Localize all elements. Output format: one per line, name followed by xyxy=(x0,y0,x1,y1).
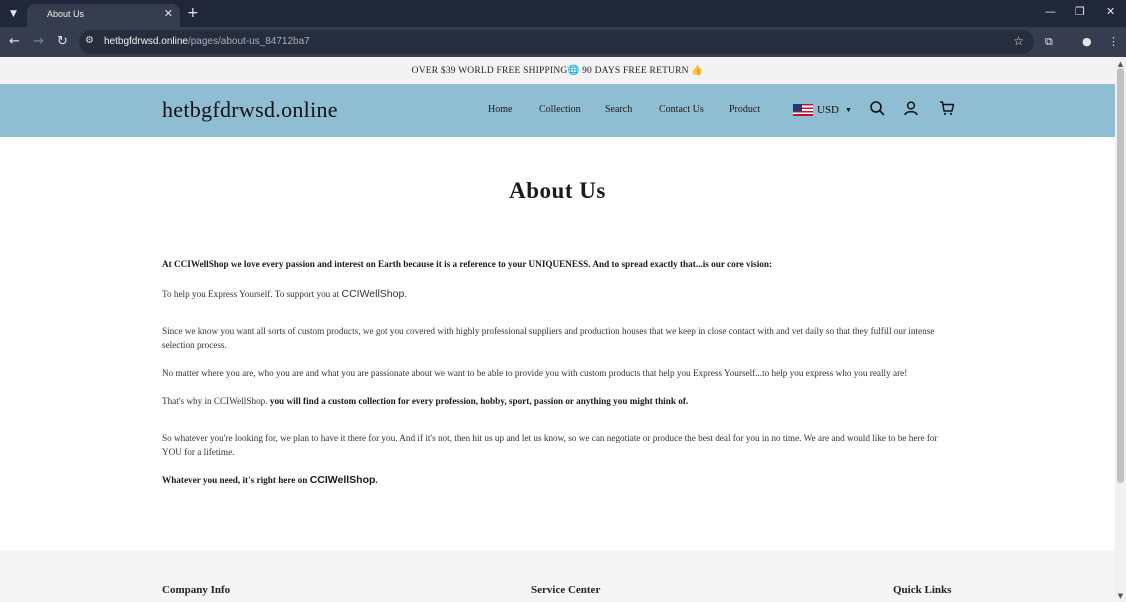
browser-tab-bar: ▼ About Us ✕ + — ❐ ✕ xyxy=(0,0,1126,27)
page-viewport: OVER $39 WORLD FREE SHIPPING🌐 90 DAYS FR… xyxy=(0,57,1115,602)
close-window-icon[interactable]: ✕ xyxy=(1106,5,1115,19)
profile-icon[interactable]: ● xyxy=(1082,34,1092,49)
nav-product[interactable]: Product xyxy=(729,104,760,115)
collection-bold: you will find a custom collection for ev… xyxy=(269,396,689,406)
nav-search[interactable]: Search xyxy=(605,104,632,115)
lifetime-paragraph: So whatever you're looking for, we plan … xyxy=(162,433,938,457)
url-path: /pages/about-us_84712ba7 xyxy=(187,36,310,47)
site-header: hetbgfdrwsd.online Home Collection Searc… xyxy=(0,84,1115,137)
currency-selector[interactable]: USD ▼ xyxy=(793,102,852,117)
install-app-icon[interactable]: ⧉ xyxy=(1045,34,1053,49)
forward-icon[interactable]: → xyxy=(33,34,44,49)
scroll-up-icon[interactable]: ▲ xyxy=(1117,60,1124,68)
closing-brand: CCIWellShop xyxy=(309,474,376,486)
reload-icon[interactable]: ↻ xyxy=(57,34,68,49)
browser-toolbar: ← → ↻ ⚙ hetbgfdrwsd.online/pages/about-u… xyxy=(0,27,1126,57)
intro-paragraph: At CCIWellShop we love every passion and… xyxy=(162,259,773,269)
collection-paragraph: That's why in CCIWellShop. you will find… xyxy=(162,394,954,408)
currency-code: USD xyxy=(817,103,840,116)
suppliers-paragraph: Since we know you want all sorts of cust… xyxy=(162,326,935,350)
account-icon[interactable] xyxy=(903,100,919,116)
mission-paragraph: To help you Express Yourself. To support… xyxy=(162,287,954,301)
announcement-bar: OVER $39 WORLD FREE SHIPPING🌐 90 DAYS FR… xyxy=(0,57,1115,84)
closing-end: . xyxy=(375,475,378,485)
tab-title: About Us xyxy=(47,9,85,19)
scrollbar-thumb[interactable] xyxy=(1117,68,1124,483)
scroll-down-icon[interactable]: ▼ xyxy=(1117,592,1124,600)
mission-text: To help you Express Yourself. To support… xyxy=(162,289,342,299)
chevron-down-icon: ▼ xyxy=(845,105,852,114)
back-icon[interactable]: ← xyxy=(9,34,20,49)
browser-menu-icon[interactable]: ⋮ xyxy=(1108,34,1119,49)
new-tab-icon[interactable]: + xyxy=(187,6,199,20)
footer-service-center: Service Center xyxy=(531,584,601,596)
page-scrollbar[interactable]: ▲ ▼ xyxy=(1115,57,1126,602)
cart-icon[interactable] xyxy=(939,100,955,116)
tab-search-icon[interactable]: ▼ xyxy=(5,5,22,22)
browser-tab[interactable]: About Us ✕ xyxy=(27,4,180,27)
closing-paragraph: Whatever you need, it's right here on CC… xyxy=(162,473,954,487)
footer-quick-links: Quick Links xyxy=(893,584,952,596)
closing-text: Whatever you need, it's right here on xyxy=(162,475,310,485)
site-logo[interactable]: hetbgfdrwsd.online xyxy=(162,97,338,123)
site-footer: Company Info Service Center Quick Links xyxy=(0,550,1115,602)
close-tab-icon[interactable]: ✕ xyxy=(164,7,173,21)
address-bar[interactable]: ⚙ hetbgfdrwsd.online/pages/about-us_8471… xyxy=(79,30,1034,54)
footer-company-info: Company Info xyxy=(162,584,231,596)
bookmark-star-icon[interactable]: ☆ xyxy=(1013,34,1024,48)
custom-products-paragraph: No matter where you are, who you are and… xyxy=(162,368,908,378)
site-info-icon[interactable]: ⚙ xyxy=(85,35,94,46)
minimize-icon[interactable]: — xyxy=(1045,5,1056,19)
nav-collection[interactable]: Collection xyxy=(539,104,581,115)
page-title: About Us xyxy=(509,178,606,203)
search-icon[interactable] xyxy=(869,100,885,116)
mission-brand: CCIWellShop. xyxy=(341,288,408,300)
us-flag-icon xyxy=(793,103,813,116)
url-text[interactable]: hetbgfdrwsd.online/pages/about-us_84712b… xyxy=(104,36,310,47)
collection-text: That's why in CCIWellShop. xyxy=(162,396,270,406)
url-host: hetbgfdrwsd.online xyxy=(104,36,188,47)
nav-home[interactable]: Home xyxy=(488,104,512,115)
restore-icon[interactable]: ❐ xyxy=(1075,5,1085,19)
nav-contact-us[interactable]: Contact Us xyxy=(659,104,704,115)
